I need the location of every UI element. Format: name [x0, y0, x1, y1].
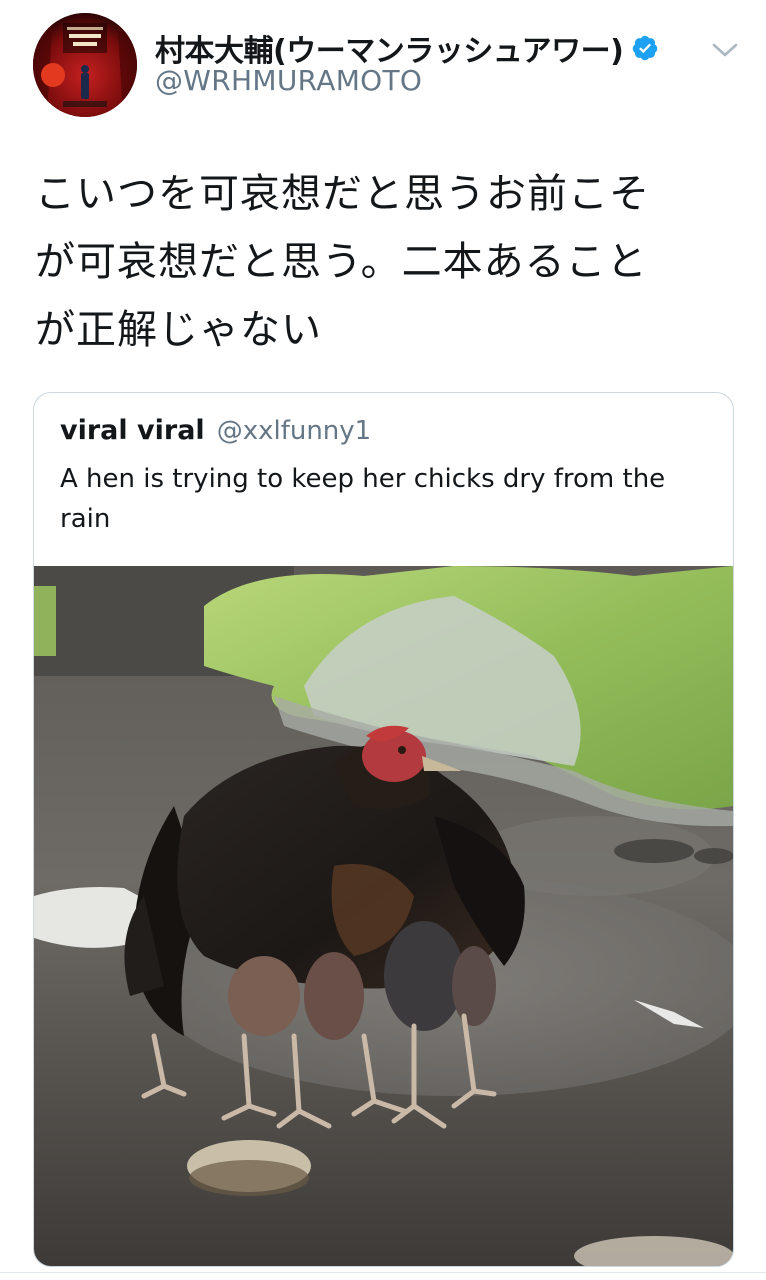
- quoted-tweet-card[interactable]: viral viral @xxlfunny1 A hen is trying t…: [33, 392, 734, 1267]
- hen-sheltering-chicks-image: [34, 566, 733, 1266]
- quoted-tweet-text: A hen is trying to keep her chicks dry f…: [60, 464, 666, 534]
- tweet-text-line: が可哀想だと思う。二本あること: [35, 239, 648, 285]
- chevron-down-icon: [712, 43, 738, 57]
- tweet-text: こいつを可哀想だと思うお前こそ が可哀想だと思う。二本あること が正解じゃない: [35, 160, 735, 364]
- tweet-text-line: こいつを可哀想だと思うお前こそ: [35, 171, 650, 217]
- quoted-tweet-photo[interactable]: [34, 566, 733, 1266]
- tweet-text-line: が正解じゃない: [35, 307, 322, 353]
- tweet-menu-button[interactable]: [706, 34, 744, 66]
- verified-badge-icon: [631, 34, 659, 62]
- avatar[interactable]: [33, 13, 137, 117]
- author-handle[interactable]: @WRHMURAMOTO: [155, 64, 422, 97]
- quoted-tweet-header: viral viral @xxlfunny1: [60, 415, 371, 446]
- quoted-author-handle: @xxlfunny1: [216, 416, 372, 446]
- divider: [0, 1272, 766, 1273]
- quoted-author-name: viral viral: [60, 415, 205, 446]
- avatar-image: [33, 13, 137, 117]
